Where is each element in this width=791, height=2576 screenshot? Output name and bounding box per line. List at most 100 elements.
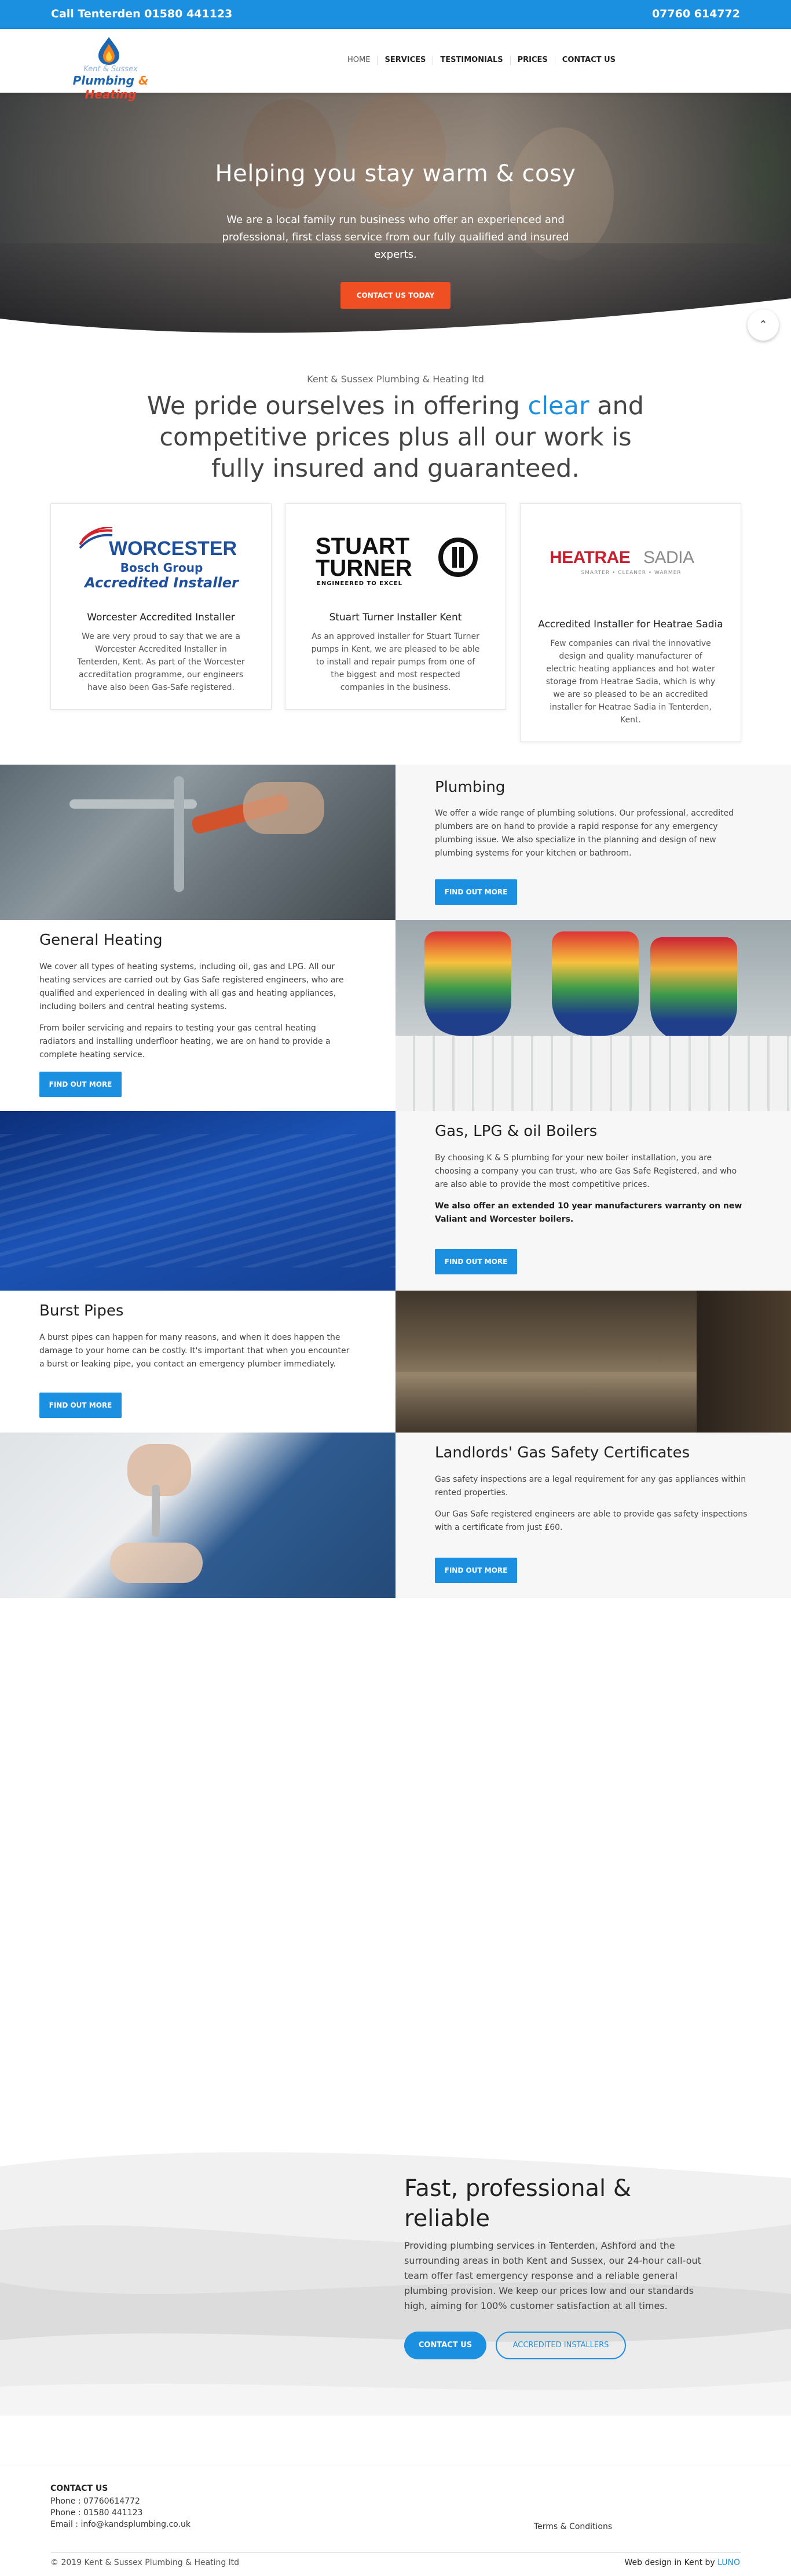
burst-pipes-title: Burst Pipes [39,1302,124,1320]
general-heating-find-out-more-button[interactable]: FIND OUT MORE [39,1072,122,1097]
cta-text: Providing plumbing services in Tenterden… [404,2240,701,2311]
footer-email[interactable]: Email : info@kandsplumbing.co.uk [50,2519,191,2530]
mobile-number-link[interactable]: 07760 614772 [652,8,740,20]
burst-pipes-find-out-more-button[interactable]: FIND OUT MORE [39,1393,122,1418]
call-tenterden-link[interactable]: Call Tenterden 01580 441123 [51,8,232,20]
burst-pipes-image [395,1291,791,1433]
stuart-turner-card-title: Stuart Turner Installer Kent [329,612,462,623]
worcester-card-title: Worcester Accredited Installer [87,612,235,623]
cta-section: Fast, professional & reliable Providing … [0,2143,791,2416]
footer-phone-landline[interactable]: Phone : 01580 441123 [50,2507,191,2519]
general-heating-text: We cover all types of heating systems, i… [39,960,352,1070]
landlords-find-out-more-button[interactable]: FIND OUT MORE [435,1558,517,1583]
general-heating-paragraph-1: We cover all types of heating systems, i… [39,962,344,1011]
general-heating-title: General Heating [39,931,163,949]
heatrae-logo-word-2: SADIA [643,548,694,567]
plumbing-paragraph: We offer a wide range of plumbing soluti… [435,809,734,858]
footer-divider [50,2552,741,2553]
plumbing-text: We offer a wide range of plumbing soluti… [435,807,748,868]
boilers-find-out-more-button[interactable]: FIND OUT MORE [435,1249,517,1274]
stuart-turner-logo-tagline: ENGINEERED TO EXCEL [317,580,403,587]
logo-title: Plumbing & Heating [50,74,171,101]
worcester-logo: WORCESTER Bosch Group Accredited Install… [51,504,271,597]
logo-subtitle: Kent & Sussex [83,65,138,74]
chevron-up-icon: ⌃ [759,319,768,331]
stuart-turner-emblem-icon [438,538,478,577]
nav-home[interactable]: HOME [340,56,377,65]
credit-text: Web design in Kent by [624,2558,718,2567]
hero-curve-divider [0,298,791,342]
plumbing-image [0,765,395,920]
nav-contact-us[interactable]: CONTACT US [554,56,622,65]
heatrae-sadia-card-title: Accredited Installer for Heatrae Sadia [538,619,723,630]
footer-contact: CONTACT US Phone : 07760614772 Phone : 0… [50,2483,191,2530]
cta-contact-us-button[interactable]: CONTACT US [404,2332,486,2359]
plumbing-title: Plumbing [435,779,506,796]
plumbing-find-out-more-button[interactable]: FIND OUT MORE [435,879,517,905]
boilers-image [0,1111,395,1291]
burst-pipes-section: Burst Pipes A burst pipes can happen for… [0,1291,395,1433]
hero-banner: Helping you stay warm & cosy We are a lo… [0,93,791,342]
intro-title: We pride ourselves in offering clear and… [135,390,656,484]
hero-text: We are a local family run business who o… [222,214,569,261]
main-nav: HOME SERVICES TESTIMONIALS PRICES CONTAC… [340,56,622,65]
nav-prices[interactable]: PRICES [510,56,555,65]
heatrae-logo-word-1: HEATRAE [550,548,631,567]
nav-services[interactable]: SERVICES [377,56,433,65]
worcester-logo-accredited: Accredited Installer [85,575,239,591]
luno-link[interactable]: LUNO [717,2558,740,2567]
logo-plumbing: Plumbing [72,74,134,87]
worcester-logo-group: Bosch Group [120,561,203,575]
landlords-image [0,1433,395,1598]
stuart-turner-logo-word-1: STUART [316,534,410,559]
heatrae-sadia-card-text: Few companies can rival the innovative d… [545,639,716,725]
footer-contact-heading: CONTACT US [50,2484,108,2493]
worcester-swoosh-icon [79,527,113,549]
boilers-paragraph: By choosing K & S plumbing for your new … [435,1153,737,1189]
landlords-title: Landlords' Gas Safety Certificates [435,1444,690,1461]
boilers-section: Gas, LPG & oil Boilers By choosing K & S… [395,1111,791,1291]
site-footer: CONTACT US Phone : 07760614772 Phone : 0… [0,2465,791,2576]
landlords-paragraph-1: Gas safety inspections are a legal requi… [435,1475,746,1497]
plumbing-section: Plumbing We offer a wide range of plumbi… [395,765,791,920]
general-heating-section: General Heating We cover all types of he… [0,920,395,1111]
burst-pipes-text: A burst pipes can happen for many reason… [39,1331,352,1379]
copyright: © 2019 Kent & Sussex Plumbing & Heating … [50,2558,240,2567]
site-logo[interactable]: Kent & Sussex Plumbing & Heating [50,35,171,101]
flame-drop-icon [98,37,119,65]
hero-title: Helping you stay warm & cosy [215,160,576,187]
boilers-text: By choosing K & S plumbing for your new … [435,1152,748,1234]
stuart-turner-logo: STUART TURNER ENGINEERED TO EXCEL [285,504,506,597]
worcester-card: WORCESTER Bosch Group Accredited Install… [50,503,272,710]
intro-subtitle: Kent & Sussex Plumbing & Heating ltd [307,374,484,385]
top-bar: Call Tenterden 01580 441123 07760 614772 [0,0,791,29]
general-heating-paragraph-2: From boiler servicing and repairs to tes… [39,1024,331,1059]
boilers-title: Gas, LPG & oil Boilers [435,1123,598,1140]
cta-title: Fast, professional & reliable [404,2175,632,2232]
landlords-section: Landlords' Gas Safety Certificates Gas s… [395,1433,791,1598]
logo-heating: Heating [85,87,137,101]
nav-testimonials[interactable]: TESTIMONIALS [433,56,510,65]
cta-accredited-installers-button[interactable]: ACCREDITED INSTALLERS [496,2332,626,2359]
burst-pipes-paragraph: A burst pipes can happen for many reason… [39,1333,350,1369]
web-design-credit: Web design in Kent by LUNO [625,2558,740,2567]
general-heating-image [395,920,791,1111]
stuart-turner-card: STUART TURNER ENGINEERED TO EXCEL Stuart… [285,503,506,710]
site-header: Kent & Sussex Plumbing & Heating HOME SE… [0,29,791,101]
scroll-up-button[interactable]: ⌃ [748,309,779,341]
stuart-turner-card-text: As an approved installer for Stuart Turn… [311,632,480,692]
worcester-card-text: We are very proud to say that we are a W… [77,632,245,692]
boilers-warranty-note: We also offer an extended 10 year manufa… [435,1201,742,1224]
heatrae-logo-tagline: SMARTER • CLEANER • WARMER [581,570,682,576]
intro-title-part-a: We pride ourselves in offering [147,392,528,421]
heatrae-sadia-card: HEATRAE SADIA SMARTER • CLEANER • WARMER… [520,503,741,742]
terms-link[interactable]: Terms & Conditions [534,2522,612,2531]
heatrae-sadia-logo: HEATRAE SADIA SMARTER • CLEANER • WARMER [521,504,741,597]
logo-ampersand: & [134,74,149,87]
stuart-turner-logo-word-2: TURNER [316,556,412,581]
landlords-paragraph-2: Our Gas Safe registered engineers are ab… [435,1510,748,1532]
landlords-text: Gas safety inspections are a legal requi… [435,1473,748,1543]
worcester-logo-name: WORCESTER [109,538,237,560]
intro-title-highlight: clear [528,392,589,421]
footer-phone-mobile[interactable]: Phone : 07760614772 [50,2495,191,2507]
